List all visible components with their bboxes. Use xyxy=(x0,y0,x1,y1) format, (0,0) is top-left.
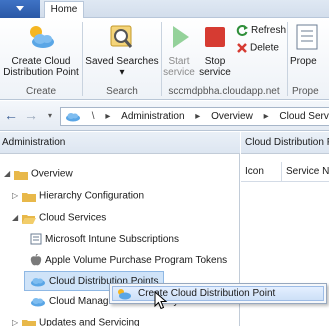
tree-item-hierarchy-configuration[interactable]: ▷ Hierarchy Configuration xyxy=(12,186,144,206)
stop-service-button[interactable]: Stop service xyxy=(198,22,232,78)
folder-icon xyxy=(22,319,36,326)
ribbon-group-create: Create Cloud Distribution Point Create xyxy=(0,18,82,100)
expanded-arrow-icon[interactable]: ◢ xyxy=(12,208,22,228)
column-header-row: Icon Service Name xyxy=(241,162,329,182)
collapsed-arrow-icon[interactable]: ▷ xyxy=(12,313,22,326)
breadcrumb-root-separator: \ xyxy=(91,111,95,122)
cloud-icon xyxy=(66,112,80,122)
refresh-icon xyxy=(236,25,248,36)
properties-icon xyxy=(296,24,318,50)
address-bar: ← → ▾ \ ▸ Administration ▸ Overview ▸ Cl… xyxy=(0,101,329,131)
tree-item-updates-and-servicing[interactable]: ▷ Updates and Servicing xyxy=(12,313,140,326)
ribbon-tab-bar: Home xyxy=(0,0,329,19)
tree-item-label: Apple Volume Purchase Program Tokens xyxy=(45,255,228,266)
start-service-button[interactable]: Start service xyxy=(162,22,196,78)
ribbon-group-cloud-dp: Start service Stop service Refresh Delet… xyxy=(162,18,286,100)
breadcrumb[interactable]: \ ▸ Administration ▸ Overview ▸ Cloud Se… xyxy=(60,107,329,126)
cloud-sun-icon xyxy=(118,289,131,300)
context-menu: Create Cloud Distribution Point xyxy=(109,283,327,304)
navigation-pane-header: Administration xyxy=(0,132,240,154)
create-cloud-distribution-point-button[interactable]: Create Cloud Distribution Point xyxy=(2,22,80,78)
column-header-icon[interactable]: Icon xyxy=(241,162,281,181)
tree-item-label: Cloud Services xyxy=(39,212,107,224)
chevron-right-icon: ▸ xyxy=(263,111,269,122)
ribbon-group-label-cloud-dp: sccmdpbha.cloudapp.net xyxy=(168,86,280,97)
collapsed-arrow-icon[interactable]: ▷ xyxy=(12,186,22,206)
refresh-button[interactable]: Refresh xyxy=(236,24,286,37)
properties-button[interactable]: Prope xyxy=(290,22,329,67)
cloud-icon xyxy=(31,297,45,307)
ribbon-group-properties: Prope Prope xyxy=(288,18,329,100)
stop-icon xyxy=(205,27,225,47)
delete-x-icon xyxy=(237,43,247,53)
stop-service-label: Stop service xyxy=(199,56,231,78)
back-button[interactable]: ← xyxy=(2,108,20,124)
tree-item-cloud-services[interactable]: ◢ Cloud Services xyxy=(12,208,106,228)
tab-home[interactable]: Home xyxy=(44,1,84,19)
dropdown-caret-icon: ▾ xyxy=(119,67,125,78)
file-menu-button[interactable] xyxy=(0,0,40,18)
ribbon-group-label-properties: Prope xyxy=(292,86,319,97)
properties-label: Prope xyxy=(290,56,317,67)
saved-searches-button[interactable]: Saved Searches ▾ xyxy=(85,22,159,78)
tree-item-label: Microsoft Intune Subscriptions xyxy=(45,234,179,245)
tree-item-microsoft-intune-subscriptions[interactable]: Microsoft Intune Subscriptions xyxy=(30,230,179,250)
history-dropdown-button[interactable]: ▾ xyxy=(41,108,59,124)
apple-icon xyxy=(30,254,42,266)
forward-button[interactable]: → xyxy=(22,108,40,124)
chevron-right-icon: ▸ xyxy=(195,111,201,122)
saved-searches-label: Saved Searches xyxy=(85,56,159,67)
breadcrumb-cloud-services[interactable]: Cloud Services xyxy=(279,108,329,125)
delete-label: Delete xyxy=(250,42,279,54)
tree-item-overview[interactable]: ◢ Overview xyxy=(4,164,73,184)
tree-item-apple-vpp-tokens[interactable]: Apple Volume Purchase Program Tokens xyxy=(30,251,227,271)
ribbon-group-label-search: Search xyxy=(106,86,138,97)
tree-item-label: Updates and Servicing xyxy=(39,317,140,326)
start-service-label: Start service xyxy=(163,56,195,78)
subscription-icon xyxy=(30,233,42,245)
folder-open-icon xyxy=(22,214,36,224)
ribbon-group-search: Saved Searches ▾ Search xyxy=(83,18,161,100)
delete-button[interactable]: Delete xyxy=(236,42,279,55)
cloud-sun-icon xyxy=(30,26,54,48)
ribbon-group-label-create: Create xyxy=(25,86,56,97)
mouse-pointer-icon xyxy=(154,291,168,310)
column-header-service-name[interactable]: Service Name xyxy=(281,162,329,181)
tree-item-label: Overview xyxy=(31,168,73,180)
breadcrumb-administration[interactable]: Administration xyxy=(121,108,184,125)
refresh-label: Refresh xyxy=(251,25,287,37)
folder-icon xyxy=(14,170,28,180)
chevron-right-icon: ▸ xyxy=(105,111,111,122)
breadcrumb-overview[interactable]: Overview xyxy=(211,108,253,125)
create-cdp-label: Create Cloud Distribution Point xyxy=(3,56,79,78)
ribbon: Create Cloud Distribution Point Create S… xyxy=(0,18,329,100)
context-menu-item-create-cdp[interactable]: Create Cloud Distribution Point xyxy=(112,286,324,301)
tree-item-label: Hierarchy Configuration xyxy=(39,190,145,202)
expanded-arrow-icon[interactable]: ◢ xyxy=(4,164,14,184)
results-pane-header: Cloud Distribution Points xyxy=(241,132,329,154)
folder-icon xyxy=(22,192,36,202)
play-icon xyxy=(173,26,189,48)
saved-search-icon xyxy=(110,25,133,48)
cloud-icon xyxy=(31,277,45,287)
caret-down-icon xyxy=(16,6,24,11)
